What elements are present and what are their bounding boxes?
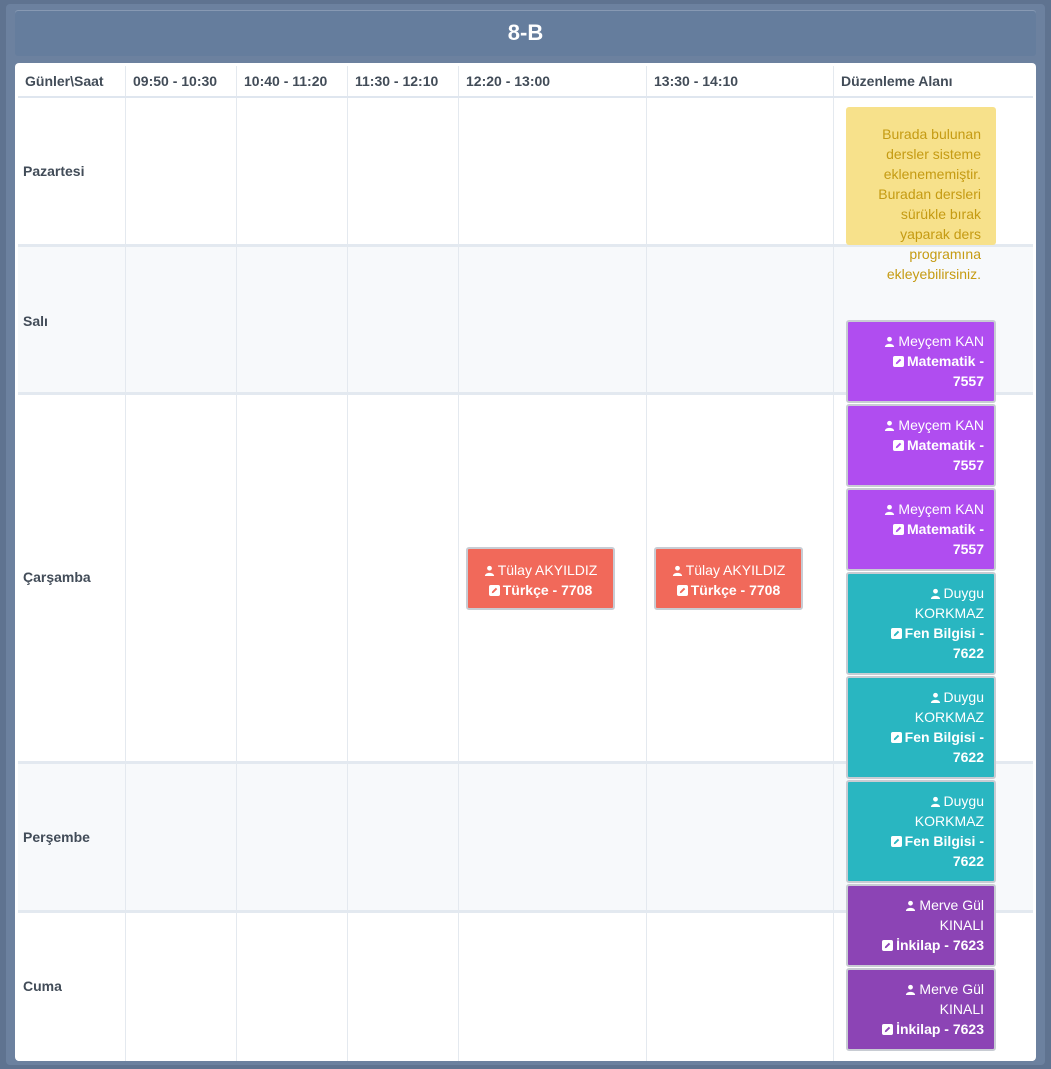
slot-cell[interactable] (647, 913, 834, 1061)
edit-icon (882, 940, 894, 951)
header-slot-2: 10:40 - 11:20 (237, 66, 348, 96)
day-cell: Pazartesi (18, 98, 126, 244)
lesson-card-turkce-2[interactable]: Tülay AKYILDIZ Türkçe - 7708 (654, 547, 803, 610)
slot-cell[interactable] (459, 913, 647, 1061)
slot-cell[interactable] (126, 764, 237, 910)
card-teacher: Duygu KORKMAZ (914, 585, 984, 621)
unplaced-card-fen-2[interactable]: Duygu KORKMAZ Fen Bilgisi - 7622 (846, 676, 996, 779)
lesson-card-turkce-1[interactable]: Tülay AKYILDIZ Türkçe - 7708 (466, 547, 615, 610)
edit-icon (892, 524, 904, 535)
unplaced-card-matematik-1[interactable]: Meyçem KAN Matematik - 7557 (846, 320, 996, 403)
card-subject: Matematik - 7557 (906, 353, 984, 389)
header-days-hours: Günler\Saat (18, 66, 126, 96)
lesson-teacher: Tülay AKYILDIZ (685, 562, 786, 578)
card-subject: Matematik - 7557 (906, 437, 984, 473)
edit-icon (892, 440, 904, 451)
user-icon (885, 420, 895, 431)
day-label-thursday: Perşembe (23, 829, 90, 845)
header-slot-3: 11:30 - 12:10 (348, 66, 459, 96)
slot-cell[interactable] (647, 247, 834, 392)
slot-cell[interactable] (126, 395, 237, 761)
slot-cell[interactable] (459, 764, 647, 910)
slot-cell[interactable] (237, 395, 348, 761)
notice-text: Burada bulunan dersler sisteme eklenemem… (878, 126, 981, 282)
unplaced-card-fen-1[interactable]: Duygu KORKMAZ Fen Bilgisi - 7622 (846, 572, 996, 675)
day-cell: Salı (18, 247, 126, 392)
edit-icon (890, 836, 902, 847)
lesson-subject: Türkçe - 7708 (502, 582, 593, 598)
user-icon (930, 588, 940, 599)
user-icon (885, 504, 895, 515)
slot-cell[interactable] (126, 98, 237, 244)
slot-cell[interactable] (348, 247, 459, 392)
day-cell: Cuma (18, 913, 126, 1061)
card-teacher: Meyçem KAN (898, 417, 984, 433)
day-cell: Perşembe (18, 764, 126, 910)
user-icon (672, 565, 682, 576)
user-icon (906, 900, 916, 911)
card-teacher: Duygu KORKMAZ (914, 793, 984, 829)
slot-cell[interactable] (348, 395, 459, 761)
user-icon (885, 336, 895, 347)
header-slot-4: 12:20 - 13:00 (459, 66, 647, 96)
card-subject: Fen Bilgisi - 7622 (904, 625, 984, 661)
user-icon (484, 565, 494, 576)
header-edit-area: Düzenleme Alanı (841, 73, 953, 89)
unplaced-card-inkilap-1[interactable]: Merve Gül KINALI İnkilap - 7623 (846, 884, 996, 967)
slot-cell[interactable] (459, 98, 647, 244)
card-subject: Fen Bilgisi - 7622 (904, 729, 984, 765)
card-teacher: Duygu KORKMAZ (914, 689, 984, 725)
header-slot-1: 09:50 - 10:30 (126, 66, 237, 96)
class-title: 8-B (15, 10, 1036, 56)
header-slot-5: 13:30 - 14:10 (647, 66, 834, 96)
slot-cell[interactable] (237, 247, 348, 392)
slot-cell[interactable] (348, 98, 459, 244)
slot-cell[interactable] (237, 98, 348, 244)
edit-icon (890, 732, 902, 743)
unplaced-card-fen-3[interactable]: Duygu KORKMAZ Fen Bilgisi - 7622 (846, 780, 996, 883)
user-icon (930, 692, 940, 703)
day-label-monday: Pazartesi (23, 163, 85, 179)
slot-cell[interactable] (348, 764, 459, 910)
day-label-tuesday: Salı (23, 313, 48, 329)
lesson-subject: Türkçe - 7708 (690, 582, 781, 598)
slot-cell[interactable] (647, 764, 834, 910)
edit-icon (676, 585, 688, 596)
slot-cell[interactable] (459, 247, 647, 392)
day-label-wednesday: Çarşamba (23, 569, 91, 585)
edit-icon (892, 356, 904, 367)
card-subject: Fen Bilgisi - 7622 (904, 833, 984, 869)
edit-icon (882, 1024, 894, 1035)
edit-icon (890, 628, 902, 639)
slot-cell[interactable] (126, 247, 237, 392)
unplaced-card-matematik-3[interactable]: Meyçem KAN Matematik - 7557 (846, 488, 996, 571)
card-teacher: Meyçem KAN (898, 501, 984, 517)
header-row: Günler\Saat 09:50 - 10:30 10:40 - 11:20 … (18, 66, 1033, 98)
card-teacher: Meyçem KAN (898, 333, 984, 349)
slot-cell[interactable] (126, 913, 237, 1061)
timetable-panel: Günler\Saat 09:50 - 10:30 10:40 - 11:20 … (15, 63, 1036, 1061)
lesson-teacher: Tülay AKYILDIZ (497, 562, 598, 578)
card-subject: İnkilap - 7623 (896, 1021, 984, 1037)
edit-icon (488, 585, 500, 596)
slot-cell[interactable] (647, 98, 834, 244)
card-subject: İnkilap - 7623 (896, 937, 984, 953)
user-icon (906, 984, 916, 995)
day-cell: Çarşamba (18, 395, 126, 761)
card-teacher: Merve Gül KINALI (919, 981, 984, 1017)
card-teacher: Merve Gül KINALI (919, 897, 984, 933)
slot-cell[interactable] (237, 764, 348, 910)
unplaced-card-matematik-2[interactable]: Meyçem KAN Matematik - 7557 (846, 404, 996, 487)
slot-cell[interactable] (237, 913, 348, 1061)
card-subject: Matematik - 7557 (906, 521, 984, 557)
unplaced-card-inkilap-2[interactable]: Merve Gül KINALI İnkilap - 7623 (846, 968, 996, 1051)
user-icon (930, 796, 940, 807)
slot-cell[interactable] (348, 913, 459, 1061)
day-label-friday: Cuma (23, 978, 62, 994)
